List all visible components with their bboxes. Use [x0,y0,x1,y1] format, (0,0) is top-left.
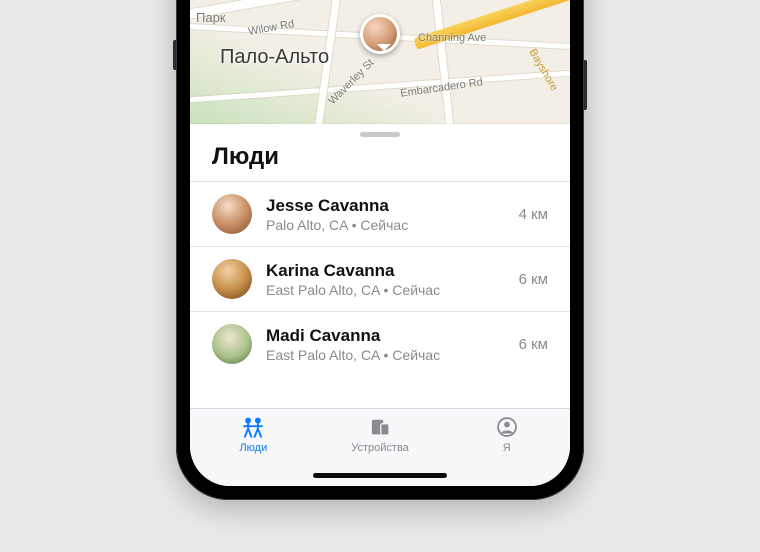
tab-bar: Люди Устройства [190,408,570,486]
person-row[interactable]: Karina Cavanna East Palo Alto, CA • Сейч… [190,246,570,311]
person-name: Jesse Cavanna [266,195,505,216]
person-row-body: Karina Cavanna East Palo Alto, CA • Сейч… [266,260,505,297]
map-person-pin[interactable] [360,14,400,54]
tab-label: Я [503,442,511,454]
person-row-body: Madi Cavanna East Palo Alto, CA • Сейчас [266,325,505,362]
people-sheet: Люди Jesse Cavanna Palo Alto, CA • Сейча… [190,124,570,408]
sheet-grabber[interactable] [360,132,400,137]
map-road [313,0,355,143]
home-indicator[interactable] [313,473,447,478]
map-label-waverley: Waverley St [326,57,376,107]
me-icon [494,415,520,439]
devices-icon [367,415,393,439]
people-icon [240,415,266,439]
tab-me[interactable]: Я [443,415,570,486]
avatar [212,259,252,299]
person-row[interactable]: Madi Cavanna East Palo Alto, CA • Сейчас… [190,311,570,376]
person-name: Madi Cavanna [266,325,505,346]
sheet-title: Люди [190,143,570,181]
phone-frame: Парк Wilow Rd Channing Ave Waverley St E… [176,0,584,500]
person-distance: 4 км [519,206,548,223]
person-sub: East Palo Alto, CA • Сейчас [266,347,505,363]
tab-people[interactable]: Люди [190,415,317,486]
person-name: Karina Cavanna [266,260,505,281]
map-city-label: Пало-Альто [220,46,329,69]
person-row-body: Jesse Cavanna Palo Alto, CA • Сейчас [266,195,505,232]
tab-label: Устройства [351,442,409,454]
avatar [212,194,252,234]
map-label-wilow: Wilow Rd [247,18,295,38]
person-sub: East Palo Alto, CA • Сейчас [266,282,505,298]
person-row[interactable]: Jesse Cavanna Palo Alto, CA • Сейчас 4 к… [190,181,570,246]
map-road [190,69,570,103]
person-distance: 6 км [519,336,548,353]
tab-label: Люди [239,442,267,454]
map-label-bayshore: Bayshore [526,47,560,93]
map-label-park: Парк [196,10,226,25]
person-sub: Palo Alto, CA • Сейчас [266,217,505,233]
map-view[interactable]: Парк Wilow Rd Channing Ave Waverley St E… [190,0,570,124]
screen: Парк Wilow Rd Channing Ave Waverley St E… [190,0,570,486]
map-label-channing: Channing Ave [418,32,486,44]
avatar [212,324,252,364]
person-distance: 6 км [519,271,548,288]
map-road [422,0,455,144]
